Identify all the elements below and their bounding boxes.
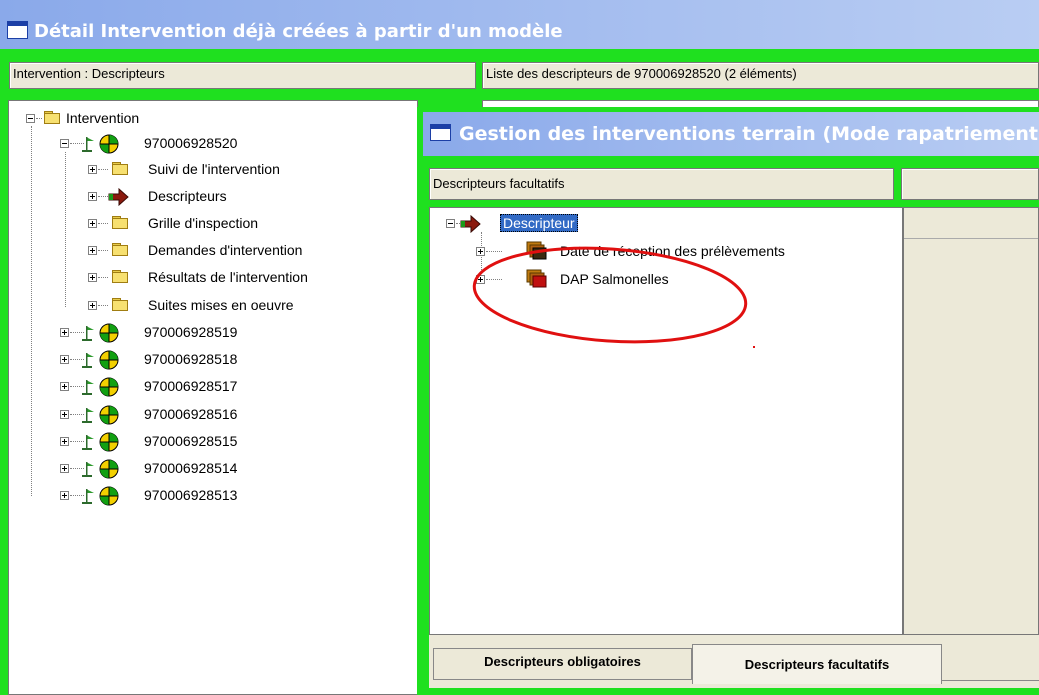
globe-icon [99, 350, 119, 370]
descriptor-detail-panel [903, 207, 1039, 635]
globe-icon [99, 459, 119, 479]
tree-node-suivi[interactable]: Suivi de l'intervention [88, 158, 388, 182]
tree-label: Descripteurs [148, 188, 227, 204]
annotation-ellipse [472, 246, 748, 344]
tab-strip-bottom [942, 680, 1039, 681]
tab-descripteurs-obligatoires[interactable]: Descripteurs obligatoires [433, 648, 692, 680]
collapse-toggle[interactable] [26, 114, 35, 123]
right-header-field: Liste des descripteurs de 970006928520 (… [482, 62, 1039, 89]
tree-label: 970006928518 [144, 351, 238, 367]
tree-label: Grille d'inspection [148, 215, 259, 231]
expand-toggle[interactable] [60, 328, 69, 337]
tree-label: Demandes d'intervention [148, 242, 303, 258]
folder-icon [112, 298, 128, 311]
inner-header-field: Descripteurs facultatifs [429, 168, 894, 200]
tab-descripteurs-facultatifs[interactable]: Descripteurs facultatifs [692, 644, 942, 684]
tree-node-intervention-item[interactable]: 970006928515 [54, 430, 354, 454]
globe-icon [99, 486, 119, 506]
flag-icon [82, 137, 94, 152]
tree-node-descripteurs[interactable]: Descripteurs [88, 185, 388, 209]
globe-icon [99, 405, 119, 425]
expand-toggle[interactable] [88, 165, 97, 174]
tree-label: Suivi de l'intervention [148, 161, 280, 177]
left-header-field: Intervention : Descripteurs [9, 62, 476, 89]
tree-node-expanded[interactable]: 970006928520 [54, 132, 354, 156]
expand-toggle[interactable] [88, 219, 97, 228]
folder-icon [112, 243, 128, 256]
flag-icon [82, 380, 94, 395]
collapse-toggle[interactable] [446, 219, 455, 228]
tree-label: 970006928516 [144, 406, 238, 422]
folder-icon [112, 216, 128, 229]
tree-node-suites[interactable]: Suites mises en oeuvre [88, 294, 388, 318]
flag-icon [82, 408, 94, 423]
flag-icon [82, 326, 94, 341]
selected-descripteur-label: Descripteur [500, 214, 578, 232]
folder-icon [112, 162, 128, 175]
collapse-toggle[interactable] [60, 139, 69, 148]
expand-toggle[interactable] [60, 355, 69, 364]
tree-label: 970006928519 [144, 324, 238, 340]
tree-label: 970006928520 [144, 135, 238, 151]
flag-icon [82, 489, 94, 504]
tree-node-intervention[interactable]: Intervention [20, 107, 220, 131]
tree-node-intervention-item[interactable]: 970006928516 [54, 403, 354, 427]
expand-toggle[interactable] [88, 301, 97, 310]
tree-node-resultats[interactable]: Résultats de l'intervention [88, 266, 388, 290]
tree-node-intervention-item[interactable]: 970006928513 [54, 484, 354, 508]
folder-icon [44, 111, 60, 124]
tree-label: 970006928514 [144, 460, 238, 476]
tree-node-intervention-item[interactable]: 970006928518 [54, 348, 354, 372]
expand-toggle[interactable] [88, 273, 97, 282]
expand-toggle[interactable] [60, 410, 69, 419]
tree-node-intervention-item[interactable]: 970006928514 [54, 457, 354, 481]
flag-icon [82, 435, 94, 450]
arrow-right-icon [108, 188, 129, 206]
tree-label: Résultats de l'intervention [148, 269, 308, 285]
inner-title-bar[interactable]: Gestion des interventions terrain (Mode … [423, 112, 1039, 156]
tree-label: Suites mises en oeuvre [148, 297, 294, 313]
tree-label: 970006928517 [144, 378, 238, 394]
tree-node-grille[interactable]: Grille d'inspection [88, 212, 388, 236]
globe-icon [99, 377, 119, 397]
globe-icon [99, 134, 119, 154]
window-icon [430, 124, 451, 141]
folder-icon [112, 270, 128, 283]
tree-node-intervention-item[interactable]: 970006928519 [54, 321, 354, 345]
expand-toggle[interactable] [60, 382, 69, 391]
expand-toggle[interactable] [88, 192, 97, 201]
inner-header-right [901, 168, 1039, 200]
outer-window-title: Détail Intervention déjà créées à partir… [34, 21, 563, 42]
tree-label: 970006928513 [144, 487, 238, 503]
expand-toggle[interactable] [88, 246, 97, 255]
expand-toggle[interactable] [60, 437, 69, 446]
arrow-right-icon [460, 215, 481, 233]
globe-icon [99, 432, 119, 452]
tree-node-demandes[interactable]: Demandes d'intervention [88, 239, 388, 263]
tree-label: 970006928515 [144, 433, 238, 449]
expand-toggle[interactable] [60, 464, 69, 473]
tree-label: Intervention [66, 110, 140, 126]
outer-title-bar[interactable]: Détail Intervention déjà créées à partir… [0, 0, 1039, 49]
inner-window-title: Gestion des interventions terrain (Mode … [459, 123, 1039, 145]
red-mark [753, 346, 755, 348]
window-icon [7, 21, 28, 39]
descriptor-root[interactable]: Descripteur [442, 212, 742, 236]
globe-icon [99, 323, 119, 343]
expand-toggle[interactable] [60, 491, 69, 500]
flag-icon [82, 353, 94, 368]
tree-node-intervention-item[interactable]: 970006928517 [54, 375, 354, 399]
flag-icon [82, 462, 94, 477]
